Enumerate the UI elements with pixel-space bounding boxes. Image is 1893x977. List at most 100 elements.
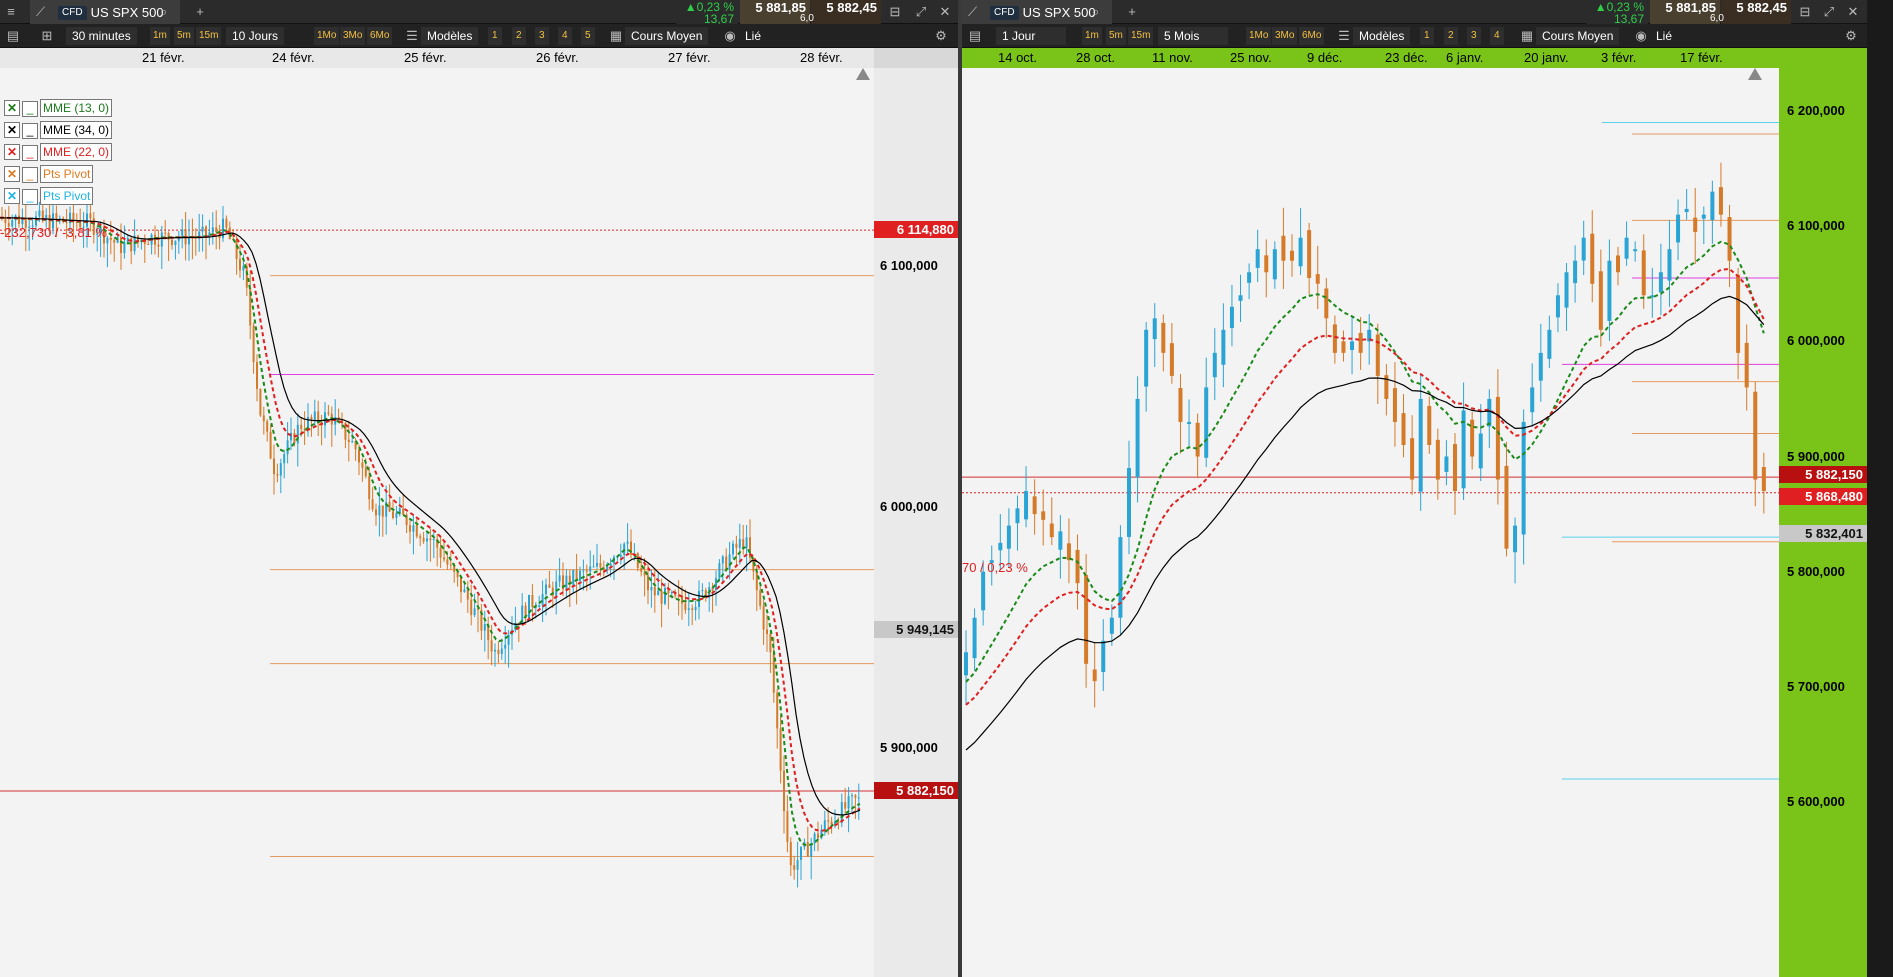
interval-select[interactable]: 30 minutes	[66, 27, 137, 45]
interval-select[interactable]: 1 Jour	[996, 27, 1066, 45]
left-price-axis[interactable]: 6 100,000 6 000,000 5 900,000 6 114,880 5 94…	[874, 68, 958, 977]
layout-3[interactable]: 3	[535, 27, 549, 45]
quick-period-3mo[interactable]: 3Mo	[340, 27, 366, 45]
ask-button[interactable]: 5 882,45	[811, 0, 881, 24]
layout-1[interactable]: 1	[488, 27, 502, 45]
candle-body	[609, 563, 612, 566]
quick-period-6mo[interactable]: 6Mo	[1299, 27, 1325, 45]
expand-icon[interactable]: ⤢	[912, 0, 930, 24]
layout-4[interactable]: 4	[558, 27, 572, 45]
instrument-tab[interactable]: CFD US SPX 500 ⟋ ⌕	[30, 0, 180, 24]
quick-interval-5m[interactable]: 5m	[174, 27, 194, 45]
layout-4[interactable]: 4	[1490, 27, 1504, 45]
candle-body	[368, 476, 371, 500]
remove-icon[interactable]: ✕	[4, 144, 20, 160]
quick-period-1mo[interactable]: 1Mo	[314, 27, 340, 45]
legend-label[interactable]: MME (34, 0)	[40, 121, 113, 139]
home-icon[interactable]	[1748, 68, 1762, 80]
quick-interval-1m[interactable]: 1m	[150, 27, 170, 45]
templates-button[interactable]: Modèles	[421, 27, 479, 45]
candle-body	[1341, 341, 1346, 353]
candle-body	[412, 525, 415, 532]
link-button[interactable]: Lié	[739, 27, 767, 45]
candle-body	[728, 554, 731, 570]
style-icon[interactable]: _	[22, 123, 38, 139]
close-icon[interactable]: ✕	[1844, 0, 1862, 24]
expand-icon[interactable]: ⤢	[1820, 0, 1838, 24]
quick-period-6mo[interactable]: 6Mo	[367, 27, 393, 45]
style-icon[interactable]: _	[22, 189, 38, 205]
ask-button[interactable]: 5 882,45	[1721, 0, 1791, 24]
layout-icon[interactable]: ▤	[964, 24, 986, 48]
candle-body	[579, 570, 581, 581]
layout-3[interactable]: 3	[1467, 27, 1481, 45]
legend-item[interactable]: ✕ _ MME (22, 0)	[4, 143, 113, 161]
y-axis-label: 5 700,000	[1787, 678, 1845, 694]
minimize-icon[interactable]: ⊟	[1796, 0, 1814, 24]
layout-2[interactable]: 2	[1444, 27, 1458, 45]
candle-body	[1684, 208, 1689, 213]
candle-body	[1084, 574, 1089, 664]
quick-interval-15m[interactable]: 15m	[1128, 27, 1154, 45]
add-tab-icon[interactable]: +	[1122, 0, 1142, 24]
style-icon[interactable]: _	[22, 101, 38, 117]
menu-icon[interactable]: ≡	[0, 0, 22, 24]
layout-icon[interactable]: ▤	[2, 24, 24, 48]
style-icon[interactable]: _	[22, 145, 38, 161]
remove-icon[interactable]: ✕	[4, 122, 20, 138]
candle-body	[548, 584, 551, 588]
candle-body	[786, 811, 789, 843]
quick-period-1mo[interactable]: 1Mo	[1246, 27, 1272, 45]
left-price-plot[interactable]	[0, 68, 874, 977]
settings-icon[interactable]: ⚙	[1840, 24, 1862, 48]
legend-label[interactable]: MME (13, 0)	[40, 99, 113, 117]
remove-icon[interactable]: ✕	[4, 100, 20, 116]
title-bar: CFD US SPX 500 ⟋ ⌕ + ▲0,23 % 13,67 5 881,…	[962, 0, 1867, 25]
price-type-select[interactable]: Cours Moyen	[625, 27, 709, 45]
right-price-plot[interactable]	[962, 68, 1779, 977]
quick-period-3mo[interactable]: 3Mo	[1272, 27, 1298, 45]
legend-item[interactable]: ✕ _ MME (13, 0)	[4, 99, 113, 117]
grid-icon[interactable]: ⊞	[36, 24, 58, 48]
legend-item[interactable]: ✕ _ Pts Pivot	[4, 165, 112, 183]
quick-interval-1m[interactable]: 1m	[1082, 27, 1102, 45]
legend-label[interactable]: MME (22, 0)	[40, 143, 113, 161]
right-price-axis[interactable]: 6 200,000 6 100,000 6 000,000 5 900,000 5 80…	[1779, 68, 1867, 977]
layout-2[interactable]: 2	[512, 27, 526, 45]
link-button[interactable]: Lié	[1650, 27, 1678, 45]
close-icon[interactable]: ✕	[936, 0, 954, 24]
candle-body	[1075, 549, 1080, 584]
eye-icon: ◉	[1635, 28, 1647, 43]
settings-icon[interactable]: ⚙	[930, 24, 952, 48]
period-select[interactable]: 10 Jours	[226, 27, 285, 45]
search-icon[interactable]: ⌕	[160, 0, 167, 24]
instrument-tab[interactable]: CFD US SPX 500 ⟋ ⌕	[962, 0, 1112, 24]
layout-1[interactable]: 1	[1420, 27, 1434, 45]
style-icon[interactable]: _	[22, 167, 38, 183]
search-icon[interactable]: ⌕	[1092, 0, 1099, 24]
candle-body	[964, 652, 968, 676]
minimize-icon[interactable]: ⊟	[886, 0, 904, 24]
remove-icon[interactable]: ✕	[4, 166, 20, 182]
remove-icon[interactable]: ✕	[4, 188, 20, 204]
candle-body	[449, 564, 452, 566]
period-select[interactable]: 5 Mois	[1158, 27, 1228, 45]
quick-interval-5m[interactable]: 5m	[1106, 27, 1126, 45]
home-icon[interactable]	[856, 68, 870, 80]
legend-item[interactable]: ✕ _ MME (34, 0)	[4, 121, 113, 139]
candle-body	[844, 802, 847, 809]
candle-body	[691, 608, 694, 611]
candle-body	[1573, 260, 1578, 284]
legend-label[interactable]: Pts Pivot	[40, 187, 94, 205]
scrollbar[interactable]	[1867, 0, 1893, 977]
candle-body	[1607, 260, 1612, 321]
legend-item[interactable]: ✕ _ Pts Pivot	[4, 187, 112, 205]
price-type-select[interactable]: Cours Moyen	[1536, 27, 1620, 45]
legend-label[interactable]: Pts Pivot	[40, 165, 94, 183]
layout-5[interactable]: 5	[581, 27, 595, 45]
add-tab-icon[interactable]: +	[190, 0, 210, 24]
templates-button[interactable]: Modèles	[1353, 27, 1411, 45]
quick-interval-15m[interactable]: 15m	[196, 27, 222, 45]
candle-body	[806, 841, 809, 857]
candle-body	[718, 563, 721, 579]
